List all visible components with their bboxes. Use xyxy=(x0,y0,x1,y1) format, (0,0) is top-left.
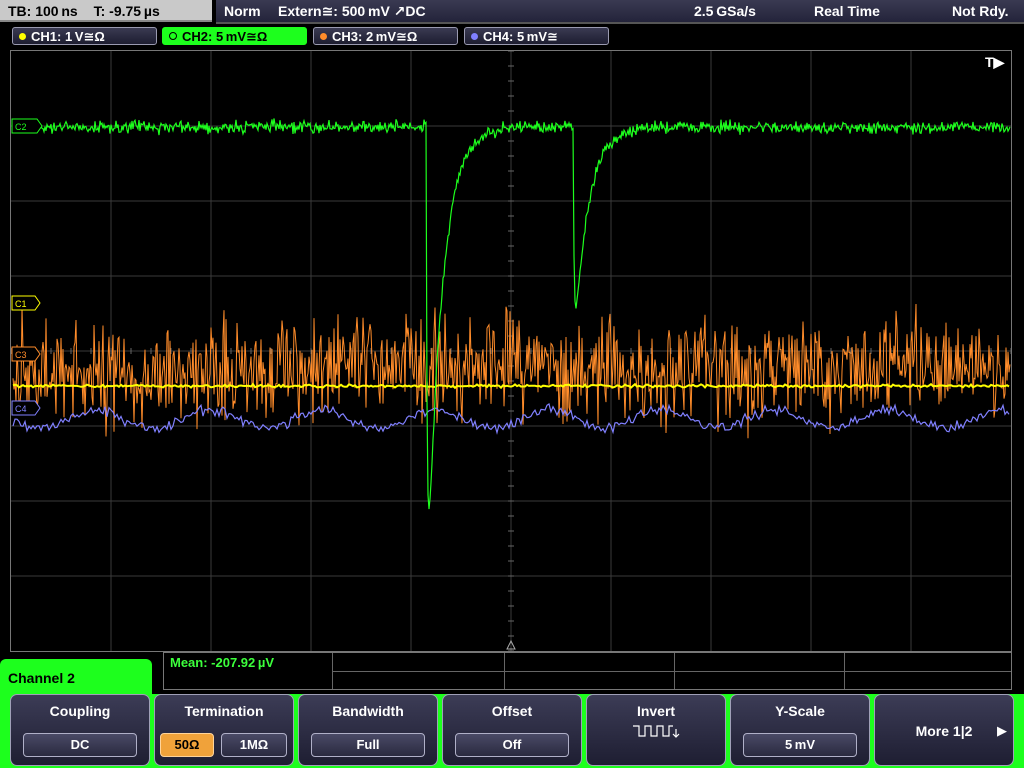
sample-rate: 2.5 GSa/s xyxy=(694,3,756,19)
termination-1mohm-option[interactable]: 1MΩ xyxy=(221,733,287,757)
measurement-bar: Mean: -207.92 µV xyxy=(163,652,1012,690)
termination-title: Termination xyxy=(184,703,264,719)
offset-value: Off xyxy=(455,733,569,757)
tab-ch1[interactable]: CH1: 1 V≅Ω xyxy=(12,27,157,45)
measurement-divider xyxy=(332,671,1011,672)
tab-ch2-label: CH2: 5 mV≅Ω xyxy=(182,29,268,44)
trigger-time-readout: T: -9.75 µs xyxy=(93,3,160,19)
tab-ch3[interactable]: CH3: 2 mV≅Ω xyxy=(313,27,458,45)
timebase-box[interactable]: TB: 100 ns T: -9.75 µs xyxy=(0,0,212,22)
right-arrow-icon: ▶ xyxy=(997,723,1007,738)
mean-measurement[interactable]: Mean: -207.92 µV xyxy=(170,655,274,670)
ch3-marker-label: C3 xyxy=(15,350,27,360)
inverted-square-wave-icon xyxy=(587,723,725,746)
termination-softkey[interactable]: Termination 50Ω 1MΩ xyxy=(154,694,294,766)
offset-title: Offset xyxy=(491,703,533,719)
acquisition-mode: Real Time xyxy=(814,3,880,19)
waveform-svg: C2 C1 C3 C4 T▶ xyxy=(11,51,1011,651)
ch1-dot-icon xyxy=(19,33,26,40)
tab-ch1-label: CH1: 1 V≅Ω xyxy=(31,29,105,44)
trigger-source: Extern≅: 500 mV ↗DC xyxy=(278,3,426,19)
invert-softkey[interactable]: Invert xyxy=(586,694,726,766)
status-bar: TB: 100 ns T: -9.75 µs Norm Extern≅: 500… xyxy=(0,0,1024,24)
yscale-title: Y-Scale xyxy=(775,703,825,719)
softkey-panel: Coupling DC Termination 50Ω 1MΩ Bandwidt… xyxy=(0,694,1024,768)
waveform-display[interactable]: C2 C1 C3 C4 T▶ xyxy=(10,50,1012,652)
ch2-ground-marker[interactable]: C2 xyxy=(11,118,43,134)
yscale-value: 5 mV xyxy=(743,733,857,757)
timebase-readout: TB: 100 ns xyxy=(8,3,78,19)
trigger-status-box[interactable]: Norm Extern≅: 500 mV ↗DC 2.5 GSa/s Real … xyxy=(216,0,1024,24)
ch2-marker-label: C2 xyxy=(15,122,27,132)
ch3-ground-marker[interactable]: C3 xyxy=(11,346,41,362)
bandwidth-title: Bandwidth xyxy=(332,703,404,719)
invert-title: Invert xyxy=(636,703,676,719)
offset-softkey[interactable]: Offset Off xyxy=(442,694,582,766)
ch4-ground-marker[interactable]: C4 xyxy=(11,400,41,416)
ch4-marker-label: C4 xyxy=(15,404,27,414)
tab-ch3-label: CH3: 2 mV≅Ω xyxy=(332,29,418,44)
tab-ch4-label: CH4: 5 mV≅ xyxy=(483,29,558,44)
coupling-value: DC xyxy=(23,733,137,757)
ch1-marker-label: C1 xyxy=(15,299,27,309)
tab-ch4[interactable]: CH4: 5 mV≅ xyxy=(464,27,609,45)
tab-ch2[interactable]: CH2: 5 mV≅Ω xyxy=(162,27,307,45)
trigger-mode: Norm xyxy=(224,3,261,19)
ch3-dot-icon xyxy=(320,33,327,40)
more-label: More 1|2 xyxy=(915,723,973,739)
yscale-softkey[interactable]: Y-Scale 5 mV xyxy=(730,694,870,766)
acquisition-state: Not Rdy. xyxy=(952,3,1009,19)
bandwidth-value: Full xyxy=(311,733,425,757)
ch2-dot-icon xyxy=(169,32,177,40)
channel-menu-title: Channel 2 xyxy=(0,659,152,699)
termination-50ohm-option[interactable]: 50Ω xyxy=(160,733,214,757)
coupling-title: Coupling xyxy=(49,703,111,719)
coupling-softkey[interactable]: Coupling DC xyxy=(10,694,150,766)
bandwidth-softkey[interactable]: Bandwidth Full xyxy=(298,694,438,766)
ch1-ground-marker[interactable]: C1 xyxy=(11,295,41,311)
ch4-dot-icon xyxy=(471,33,478,40)
more-softkey[interactable]: More 1|2 ▶ xyxy=(874,694,1014,766)
trigger-position-indicator[interactable]: T▶ xyxy=(985,54,1006,70)
